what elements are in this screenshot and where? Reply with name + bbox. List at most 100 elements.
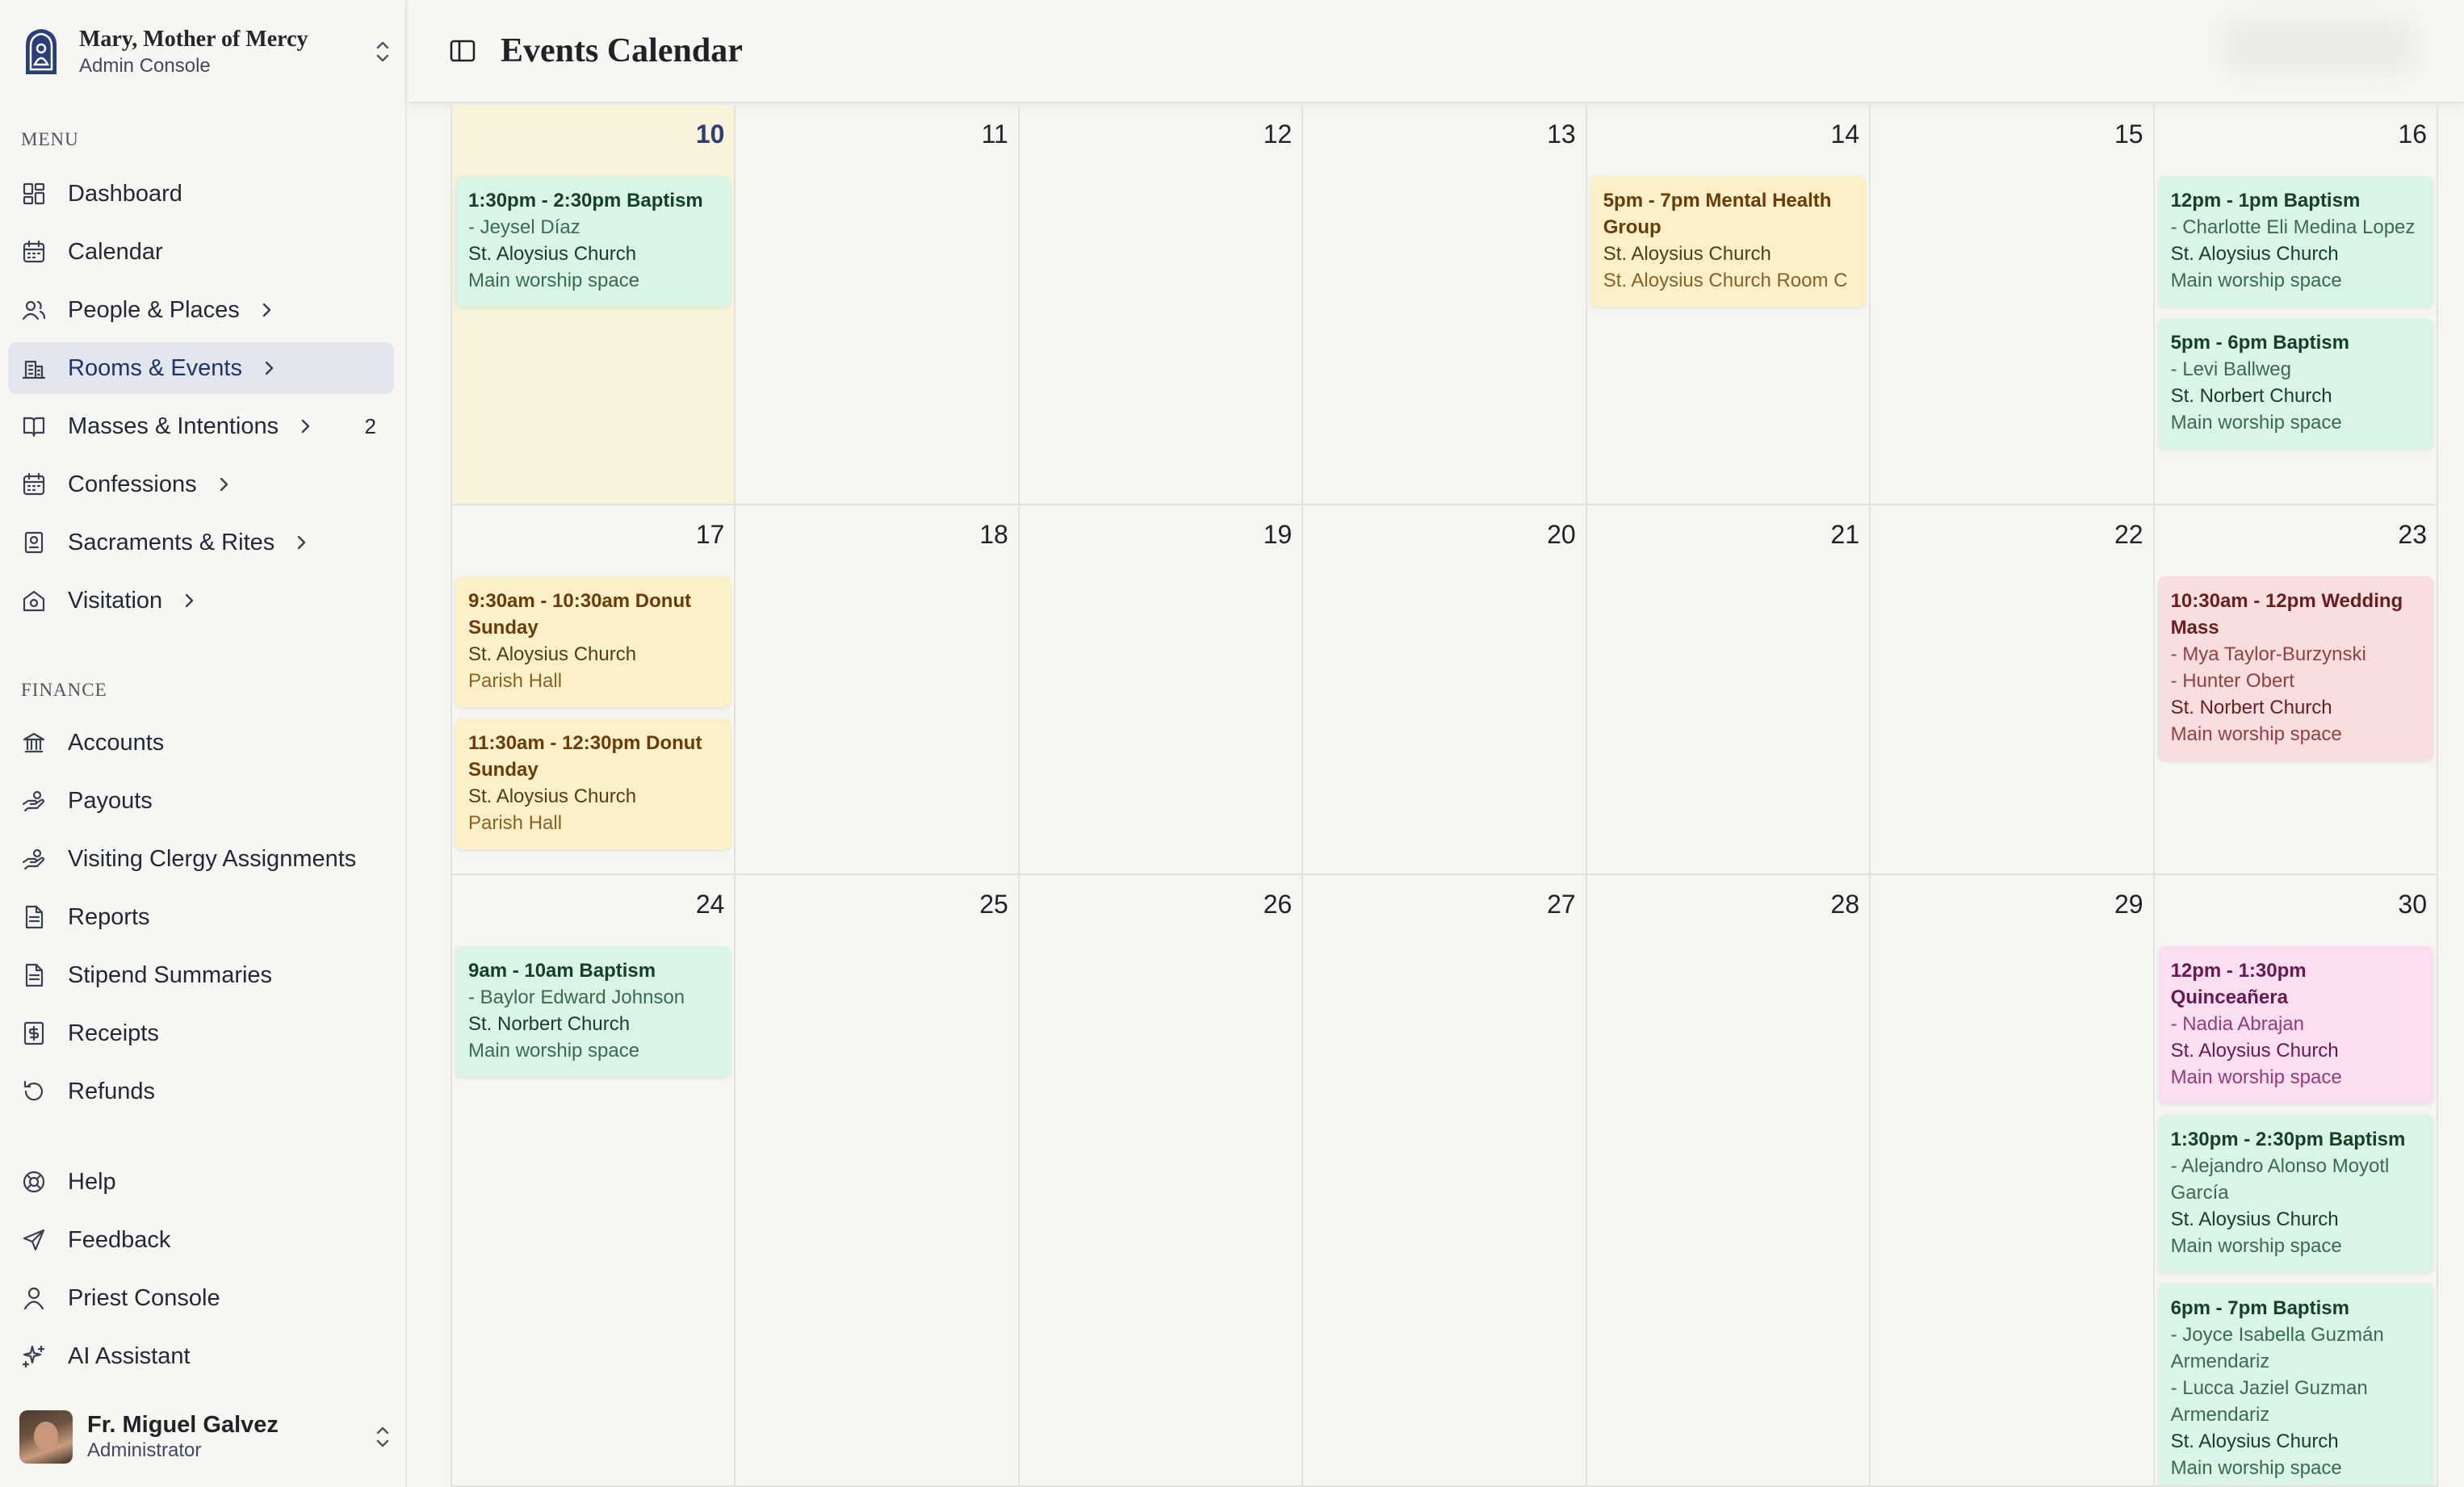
sidebar-item-masses-and-intentions[interactable]: Masses & Intentions 2 bbox=[8, 400, 394, 452]
sidebar-item-receipts[interactable]: Receipts bbox=[8, 1007, 394, 1059]
event-church: St. Aloysius Church bbox=[468, 243, 637, 265]
day-number: 26 bbox=[1263, 890, 1293, 919]
event-room: Parish Hall bbox=[468, 670, 563, 692]
calendar-day-cell[interactable]: 14 5pm - 7pm Mental Health Group St. Aloys… bbox=[1586, 105, 1871, 505]
sidebar-item-calendar[interactable]: Calendar bbox=[8, 226, 394, 278]
sidebar-item-people-and-places[interactable]: People & Places bbox=[8, 284, 394, 336]
avatar bbox=[19, 1410, 73, 1464]
calendar-day-cell[interactable]: 30 12pm - 1:30pm Quinceañera - Nadia Abraj… bbox=[2154, 875, 2438, 1487]
sidebar-item-label: Visiting Clergy Assignments bbox=[68, 845, 357, 872]
event-card[interactable]: 1:30pm - 2:30pm Baptism - Alejandro Alons… bbox=[2157, 1115, 2433, 1272]
event-title: 12pm - 1:30pm Quinceañera bbox=[2170, 960, 2307, 1008]
sidebar-toggle-icon[interactable] bbox=[449, 37, 476, 65]
sidebar-item-accounts[interactable]: Accounts bbox=[8, 717, 394, 769]
sidebar-item-ai-assistant[interactable]: AI Assistant bbox=[8, 1330, 394, 1382]
menu-section-label: MENU bbox=[21, 129, 79, 149]
event-card[interactable]: 6pm - 7pm Baptism - Joyce Isabella Guzmán… bbox=[2157, 1284, 2433, 1485]
sidebar-item-label: Accounts bbox=[68, 729, 165, 756]
sidebar-item-payouts[interactable]: Payouts bbox=[8, 775, 394, 827]
sidebar-item-visitation[interactable]: Visitation bbox=[8, 575, 394, 626]
user-icon bbox=[23, 1287, 44, 1310]
sidebar-item-label: AI Assistant bbox=[68, 1342, 191, 1369]
calendar-day-cell[interactable]: 20 bbox=[1303, 505, 1587, 875]
count-badge: 2 bbox=[364, 413, 376, 438]
calendar-day-cell[interactable]: 13 bbox=[1303, 105, 1587, 505]
event-card[interactable]: 9:30am - 10:30am Donut Sunday St. Aloysiu… bbox=[455, 576, 731, 707]
event-card[interactable]: 1:30pm - 2:30pm Baptism - Jeysel Díaz St. … bbox=[455, 176, 731, 307]
event-title: 9:30am - 10:30am Donut Sunday bbox=[468, 590, 692, 639]
event-participant: - Alejandro Alonso Moyotl García bbox=[2170, 1155, 2390, 1204]
day-number: 22 bbox=[2114, 520, 2143, 549]
event-card[interactable]: 12pm - 1:30pm Quinceañera - Nadia Abrajan… bbox=[2157, 946, 2433, 1104]
sparkles-icon bbox=[22, 1345, 45, 1368]
sidebar-item-label: Refunds bbox=[68, 1078, 156, 1104]
dashboard-icon bbox=[23, 182, 45, 205]
day-number: 25 bbox=[979, 890, 1008, 919]
calendar-day-cell[interactable]: 17 9:30am - 10:30am Donut Sunday St. Aloys… bbox=[452, 505, 736, 875]
day-number: 10 bbox=[695, 119, 725, 149]
refresh-icon bbox=[23, 1080, 44, 1101]
header-actions-placeholder bbox=[2222, 18, 2416, 74]
sidebar-item-label: Visitation bbox=[68, 587, 163, 614]
sidebar-item-visiting-clergy-assignments[interactable]: Visiting Clergy Assignments bbox=[8, 833, 394, 885]
event-participant: - Lucca Jaziel Guzman Armendariz bbox=[2170, 1377, 2368, 1426]
calendar-day-cell[interactable]: 29 bbox=[1871, 875, 2155, 1487]
sidebar-item-dashboard[interactable]: Dashboard bbox=[8, 168, 394, 220]
calendar-day-cell[interactable]: 22 bbox=[1871, 505, 2155, 875]
calendar-day-cell[interactable]: 28 bbox=[1586, 875, 1871, 1487]
event-card[interactable]: 11:30am - 12:30pm Donut Sunday St. Aloysi… bbox=[455, 718, 731, 849]
event-title: 10:30am - 12pm Wedding Mass bbox=[2170, 590, 2403, 639]
sidebar-item-rooms-and-events[interactable]: Rooms & Events bbox=[8, 342, 394, 394]
calendar-day-cell[interactable]: 27 bbox=[1303, 875, 1587, 1487]
day-number: 28 bbox=[1830, 890, 1860, 919]
day-number: 24 bbox=[695, 890, 725, 919]
sidebar-item-label: People & Places bbox=[68, 296, 240, 323]
document-icon bbox=[25, 905, 44, 929]
sidebar-item-feedback[interactable]: Feedback bbox=[8, 1214, 394, 1266]
sidebar-item-stipend-summaries[interactable]: Stipend Summaries bbox=[8, 949, 394, 1001]
event-church: St. Norbert Church bbox=[2170, 385, 2332, 407]
event-card[interactable]: 10:30am - 12pm Wedding Mass - Mya Taylor-… bbox=[2157, 576, 2433, 760]
bank-icon bbox=[23, 732, 45, 753]
org-switcher[interactable]: Mary, Mother of Mercy Admin Console bbox=[23, 24, 394, 79]
event-room: Main worship space bbox=[2170, 723, 2342, 745]
calendar-day-cell[interactable]: 21 bbox=[1586, 505, 1871, 875]
sidebar-item-label: Calendar bbox=[68, 238, 163, 265]
calendar-day-cell[interactable]: 12 bbox=[1019, 105, 1304, 505]
day-number: 27 bbox=[1547, 890, 1576, 919]
day-number: 11 bbox=[981, 119, 1008, 149]
people-icon bbox=[22, 300, 46, 320]
event-card[interactable]: 12pm - 1pm Baptism - Charlotte Eli Medina… bbox=[2157, 176, 2433, 307]
page-header: Events Calendar bbox=[409, 0, 2464, 103]
event-church: St. Aloysius Church bbox=[2170, 1430, 2339, 1452]
calendar-day-cell[interactable]: 19 bbox=[1019, 505, 1304, 875]
calendar-day-cell[interactable]: 23 10:30am - 12pm Wedding Mass - Mya Taylo… bbox=[2154, 505, 2438, 875]
event-participant: - Nadia Abrajan bbox=[2170, 1013, 2304, 1035]
event-title: 11:30am - 12:30pm Donut Sunday bbox=[468, 732, 702, 781]
user-menu[interactable]: Fr. Miguel Galvez Administrator bbox=[19, 1405, 394, 1469]
sidebar-item-priest-console[interactable]: Priest Console bbox=[8, 1272, 394, 1324]
event-card[interactable]: 5pm - 7pm Mental Health Group St. Aloysiu… bbox=[1590, 176, 1867, 307]
sidebar-item-sacraments-and-rites[interactable]: Sacraments & Rites bbox=[8, 517, 394, 568]
calendar-day-cell[interactable]: 24 9am - 10am Baptism - Baylor Edward John… bbox=[452, 875, 736, 1487]
calendar-day-cell[interactable]: 25 bbox=[735, 875, 1020, 1487]
event-church: St. Aloysius Church bbox=[468, 643, 637, 665]
event-room: St. Aloysius Church Room C bbox=[1603, 270, 1848, 291]
calendar-day-cell[interactable]: 15 bbox=[1871, 105, 2155, 505]
day-number: 13 bbox=[1547, 119, 1576, 149]
event-room: Main worship space bbox=[2170, 412, 2342, 434]
event-room: Main worship space bbox=[2170, 1235, 2342, 1257]
sidebar-item-confessions[interactable]: Confessions bbox=[8, 459, 394, 510]
sidebar-item-help[interactable]: Help bbox=[8, 1156, 394, 1208]
sidebar-item-reports[interactable]: Reports bbox=[8, 891, 394, 943]
calendar-day-cell[interactable]: 18 bbox=[735, 505, 1020, 875]
calendar-day-cell[interactable]: 11 bbox=[735, 105, 1020, 505]
event-card[interactable]: 5pm - 6pm Baptism - Levi Ballweg St. Norbe… bbox=[2157, 318, 2433, 449]
event-card[interactable]: 9am - 10am Baptism - Baylor Edward Johnso… bbox=[455, 946, 731, 1077]
calendar-day-cell[interactable]: 26 bbox=[1019, 875, 1304, 1487]
calendar-day-cell[interactable]: 10 1:30pm - 2:30pm Baptism - Jeysel Díaz St… bbox=[452, 105, 736, 505]
sidebar-item-refunds[interactable]: Refunds bbox=[8, 1066, 394, 1117]
day-number: 20 bbox=[1547, 520, 1576, 549]
calendar-day-cell[interactable]: 16 12pm - 1pm Baptism - Charlotte Eli Medi… bbox=[2154, 105, 2438, 505]
day-number: 29 bbox=[2114, 890, 2143, 919]
